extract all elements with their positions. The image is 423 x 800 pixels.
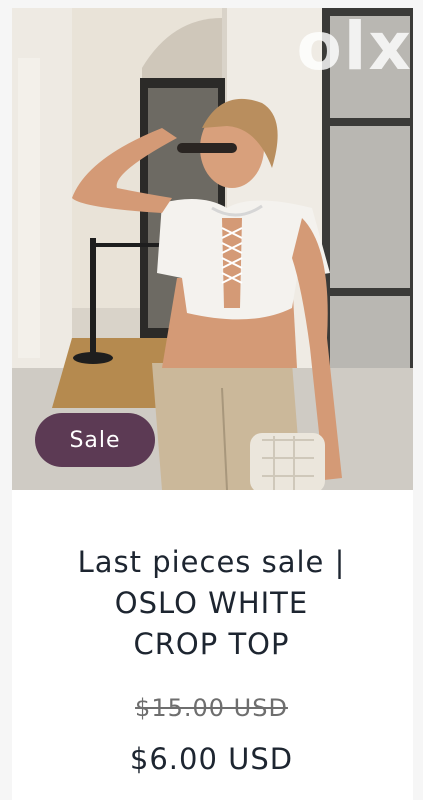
sale-price: $6.00 USD [129,742,294,776]
product-title[interactable]: Last pieces sale | OSLO WHITE CROP TOP [40,542,383,665]
sale-badge: Sale [35,413,155,467]
compare-at-price: $15.00 USD [135,694,288,722]
product-title-line-2: OSLO WHITE [114,586,309,620]
product-title-line-3: CROP TOP [133,627,290,661]
product-title-line-1: Last pieces sale | [77,545,346,579]
olx-watermark-logo: olx [296,8,413,85]
